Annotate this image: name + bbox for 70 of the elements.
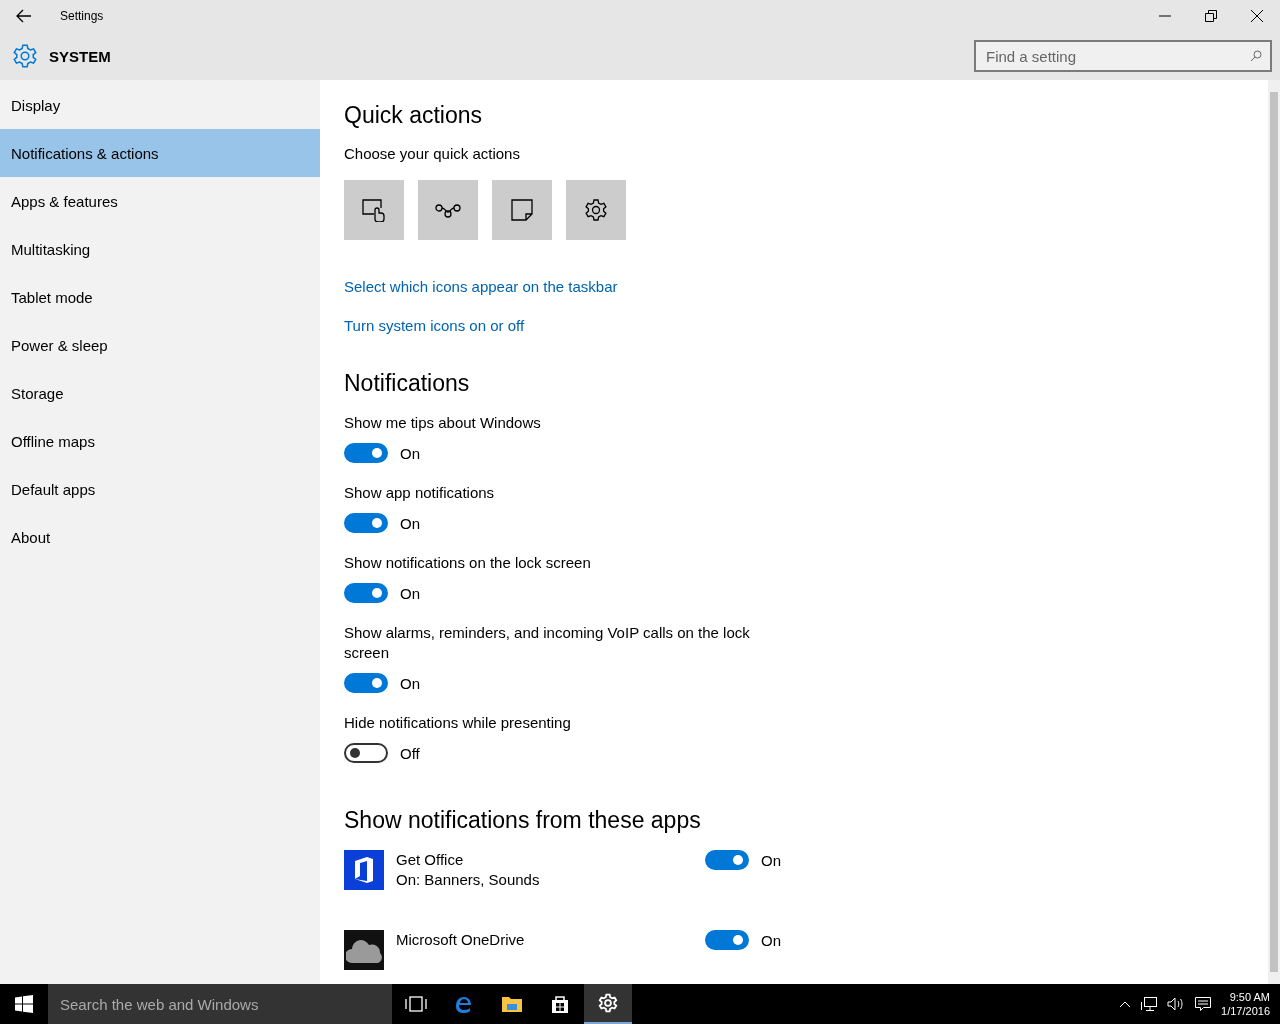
setting-label: Show notifications on the lock screen [344, 553, 592, 573]
toggle-switch[interactable] [344, 583, 388, 603]
setting-label: Show app notifications [344, 483, 496, 503]
connect-icon [435, 202, 461, 218]
settings-link[interactable]: Turn system icons on or off [344, 317, 525, 334]
toggle-switch[interactable] [344, 743, 388, 763]
note-icon [510, 198, 534, 222]
settings-icon [584, 198, 608, 222]
setting-label: Show alarms, reminders, and incoming VoIP calls on the lock screen [344, 623, 751, 663]
settings-taskbar-icon[interactable] [584, 984, 632, 1024]
sidebar-item[interactable]: Offline maps [0, 417, 320, 465]
app-name: Get Office [396, 850, 465, 870]
taskbar-clock[interactable]: 9:50 AM 1/17/2016 [1221, 990, 1270, 1018]
toggle-state-label: On [400, 514, 420, 532]
page-heading: SYSTEM [49, 47, 112, 65]
cloud-app-icon [344, 930, 384, 970]
settings-link[interactable]: Select which icons appear on the taskbar [344, 278, 618, 295]
toggle-state-label: On [761, 931, 781, 949]
back-arrow-icon [16, 9, 32, 23]
setting-label: Show me tips about Windows [344, 413, 542, 433]
toggle-state-label: On [400, 444, 420, 462]
app-detail: On: Banners, Sounds [396, 870, 541, 890]
scrollbar[interactable] [1268, 80, 1280, 984]
speaker-icon[interactable] [1167, 996, 1186, 1012]
toggle-switch[interactable] [705, 930, 749, 950]
toggle-switch[interactable] [344, 513, 388, 533]
clock-date: 1/17/2016 [1221, 1004, 1270, 1018]
section-heading: Show notifications from these apps [344, 807, 702, 834]
sidebar-item[interactable]: Display [0, 81, 320, 129]
toggle-state-label: On [761, 851, 781, 869]
sidebar-item[interactable]: Multitasking [0, 225, 320, 273]
minimize-icon [1159, 15, 1171, 17]
sidebar-item[interactable]: Apps & features [0, 177, 320, 225]
connect-tile[interactable] [418, 180, 478, 240]
office-app-icon [344, 850, 384, 890]
setting-label: Hide notifications while presenting [344, 713, 572, 733]
task-view-icon [405, 996, 427, 1012]
chevron-up-icon[interactable] [1119, 1000, 1132, 1008]
sidebar-item[interactable]: Tablet mode [0, 273, 320, 321]
toggle-state-label: On [400, 584, 420, 602]
settings-icon [12, 43, 38, 69]
toggle-switch[interactable] [344, 673, 388, 693]
tablet-touch-icon [361, 198, 387, 222]
section-heading: Notifications [344, 370, 471, 397]
section-subtitle: Choose your quick actions [344, 145, 521, 162]
toggle-state-label: On [400, 674, 420, 692]
sidebar-item[interactable]: Default apps [0, 465, 320, 513]
taskbar-search-field[interactable]: Search the web and Windows [48, 984, 392, 1024]
search-icon [1250, 50, 1262, 62]
network-icon[interactable] [1141, 996, 1158, 1012]
sidebar-item[interactable]: Storage [0, 369, 320, 417]
action-center-icon[interactable] [1195, 996, 1212, 1012]
toggle-switch[interactable] [705, 850, 749, 870]
toggle-state-label: Off [400, 744, 420, 762]
close-icon [1251, 10, 1263, 22]
section-heading: Quick actions [344, 102, 484, 129]
scrollbar-thumb[interactable] [1270, 92, 1278, 972]
sidebar-item[interactable]: About [0, 513, 320, 561]
toggle-switch[interactable] [344, 443, 388, 463]
app-name: Microsoft OneDrive [396, 930, 526, 950]
sidebar-item[interactable]: Power & sleep [0, 321, 320, 369]
sidebar-item[interactable]: Notifications & actions [0, 129, 320, 177]
note-tile[interactable] [492, 180, 552, 240]
windows-logo-icon [15, 995, 33, 1013]
restore-icon [1205, 10, 1217, 22]
tablet-mode-tile[interactable] [344, 180, 404, 240]
clock-time: 9:50 AM [1229, 990, 1270, 1004]
window-title: Settings [60, 9, 105, 23]
search-field[interactable]: Find a setting [974, 40, 1272, 72]
all-settings-tile[interactable] [566, 180, 626, 240]
